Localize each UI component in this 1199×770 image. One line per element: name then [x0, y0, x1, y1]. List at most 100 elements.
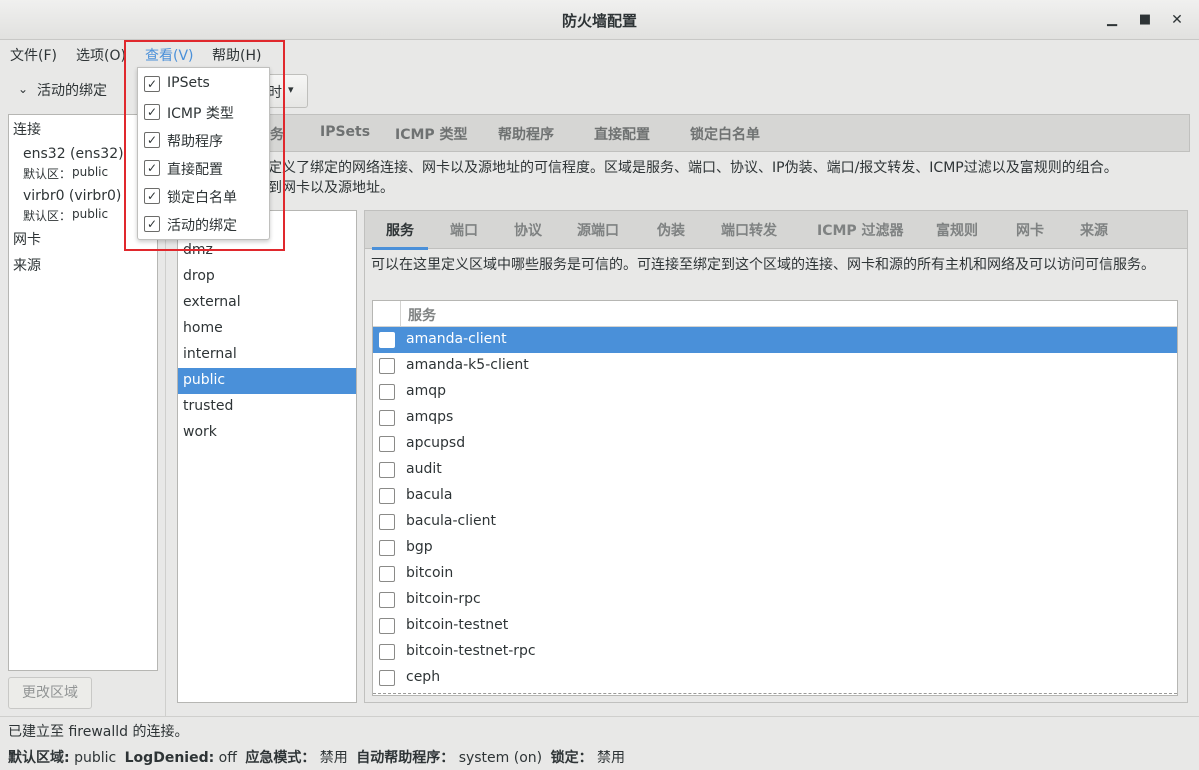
service-name: amqp [406, 383, 446, 399]
service-name: ceph [406, 669, 441, 685]
service-name: audit [406, 461, 442, 477]
menu-help[interactable]: 帮助(H) [212, 45, 261, 65]
menu-item-helpers[interactable]: ✓ 帮助程序 [138, 126, 271, 154]
table-row[interactable]: bacula-client [373, 509, 1177, 535]
menu-item-lockdown-whitelist[interactable]: ✓ 锁定白名单 [138, 182, 271, 210]
tab-rich-rules[interactable]: 富规则 [936, 220, 978, 240]
tab-ipsets[interactable]: IPSets [320, 124, 370, 140]
tab-sources[interactable]: 来源 [1080, 220, 1108, 240]
zone-name: internal [183, 346, 237, 362]
table-row[interactable]: apcupsd [373, 431, 1177, 457]
service-checkbox[interactable] [379, 462, 395, 478]
window-title: 防火墙配置 [561, 12, 637, 30]
table-row[interactable]: bitcoin-testnet [373, 613, 1177, 639]
tab-zone-services[interactable]: 服务 [372, 220, 428, 250]
tab-ports[interactable]: 端口 [450, 220, 478, 240]
connections-label: 连接 [13, 122, 41, 138]
table-row[interactable]: amanda-k5-client [373, 353, 1177, 379]
service-checkbox[interactable] [379, 670, 395, 686]
menu-item-direct-config[interactable]: ✓ 直接配置 [138, 154, 271, 182]
check-icon[interactable]: ✓ [144, 132, 160, 148]
tab-port-forwarding[interactable]: 端口转发 [721, 220, 777, 240]
menu-item-icmp-types[interactable]: ✓ ICMP 类型 [138, 98, 271, 126]
tab-direct-config[interactable]: 直接配置 [594, 124, 650, 144]
zone-settings-pane: 服务 端口 协议 源端口 伪装 端口转发 ICMP 过滤器 富规则 网卡 来源 … [364, 210, 1188, 703]
close-icon[interactable]: ✕ [1168, 11, 1186, 29]
service-checkbox[interactable] [379, 540, 395, 556]
tab-icmp-types[interactable]: ICMP 类型 [395, 124, 468, 144]
tab-masquerade[interactable]: 伪装 [657, 220, 685, 240]
maximize-icon[interactable]: ■ [1136, 11, 1154, 29]
minimize-icon[interactable]: ▁ [1103, 11, 1121, 29]
list-item[interactable]: dmz [178, 238, 356, 264]
services-table: 服务 amanda-client amanda-k5-client amqp a… [372, 300, 1178, 696]
menu-item-ipsets[interactable]: ✓ IPSets [138, 70, 271, 98]
list-item[interactable]: external [178, 290, 356, 316]
table-row[interactable]: bacula [373, 483, 1177, 509]
service-checkbox[interactable] [379, 358, 395, 374]
tab-services[interactable]: 务 [270, 124, 284, 144]
table-row[interactable]: bgp [373, 535, 1177, 561]
service-checkbox[interactable] [379, 514, 395, 530]
check-icon[interactable]: ✓ [144, 104, 160, 120]
list-item[interactable]: work [178, 420, 356, 446]
list-item[interactable]: public [178, 368, 356, 394]
service-name: bitcoin [406, 565, 454, 581]
table-row[interactable]: bitcoin [373, 561, 1177, 587]
zone-name: public [183, 372, 226, 388]
service-name: amqps [406, 409, 454, 425]
tab-interfaces[interactable]: 网卡 [1016, 220, 1044, 240]
list-item[interactable]: internal [178, 342, 356, 368]
service-checkbox[interactable] [379, 384, 395, 400]
table-row[interactable]: amqps [373, 405, 1177, 431]
services-description: 可以在这里定义区域中哪些服务是可信的。可连接至绑定到这个区域的连接、网卡和源的所… [371, 257, 1155, 273]
check-icon[interactable]: ✓ [144, 160, 160, 176]
service-checkbox[interactable] [379, 618, 395, 634]
service-checkbox[interactable] [379, 488, 395, 504]
check-icon[interactable]: ✓ [144, 216, 160, 232]
service-checkbox[interactable] [379, 332, 395, 348]
menu-item-label: IPSets [167, 75, 210, 91]
service-checkbox[interactable] [379, 592, 395, 608]
connection-zone: public [72, 165, 109, 179]
connection-item[interactable]: ens32 (ens32) [23, 146, 124, 162]
table-row[interactable]: amanda-client [373, 327, 1177, 353]
list-item[interactable]: drop [178, 264, 356, 290]
interfaces-label: 网卡 [13, 232, 41, 248]
zone-name: trusted [183, 398, 234, 414]
connection-zone: public [72, 207, 109, 221]
table-row[interactable]: ceph [373, 665, 1177, 691]
service-column-header[interactable]: 服务 [408, 305, 436, 325]
connection-item[interactable]: virbr0 (virbr0) [23, 188, 121, 204]
menu-item-active-bindings[interactable]: ✓ 活动的绑定 [138, 210, 271, 238]
change-zone-button[interactable]: 更改区域 [8, 677, 92, 709]
list-item[interactable]: trusted [178, 394, 356, 420]
connection-zone-label: 默认区： [23, 167, 72, 181]
service-checkbox[interactable] [379, 644, 395, 660]
menu-options[interactable]: 选项(O) [76, 45, 126, 65]
check-icon[interactable]: ✓ [144, 188, 160, 204]
table-row[interactable]: bitcoin-rpc [373, 587, 1177, 613]
zone-name: work [183, 424, 217, 440]
menu-file[interactable]: 文件(F) [10, 45, 57, 65]
tab-lockdown-whitelist[interactable]: 锁定白名单 [690, 124, 760, 144]
menu-view[interactable]: 查看(V) [139, 45, 199, 71]
tab-helpers[interactable]: 帮助程序 [498, 124, 554, 144]
service-checkbox[interactable] [379, 436, 395, 452]
tab-protocols[interactable]: 协议 [514, 220, 542, 240]
tab-source-ports[interactable]: 源端口 [577, 220, 619, 240]
menu-item-label: 帮助程序 [167, 134, 223, 150]
checkbox-column-header[interactable] [373, 301, 401, 327]
list-item[interactable]: home [178, 316, 356, 342]
table-row[interactable]: bitcoin-testnet-rpc [373, 639, 1177, 665]
check-icon[interactable]: ✓ [144, 76, 160, 92]
service-checkbox[interactable] [379, 566, 395, 582]
table-row[interactable]: audit [373, 457, 1177, 483]
tab-icmp-filter[interactable]: ICMP 过滤器 [817, 220, 904, 240]
table-header: 服务 [373, 301, 1177, 327]
log-denied-value: off [218, 750, 237, 766]
zone-name: external [183, 294, 241, 310]
service-checkbox[interactable] [379, 410, 395, 426]
service-name: amanda-k5-client [406, 357, 529, 373]
table-row[interactable]: amqp [373, 379, 1177, 405]
